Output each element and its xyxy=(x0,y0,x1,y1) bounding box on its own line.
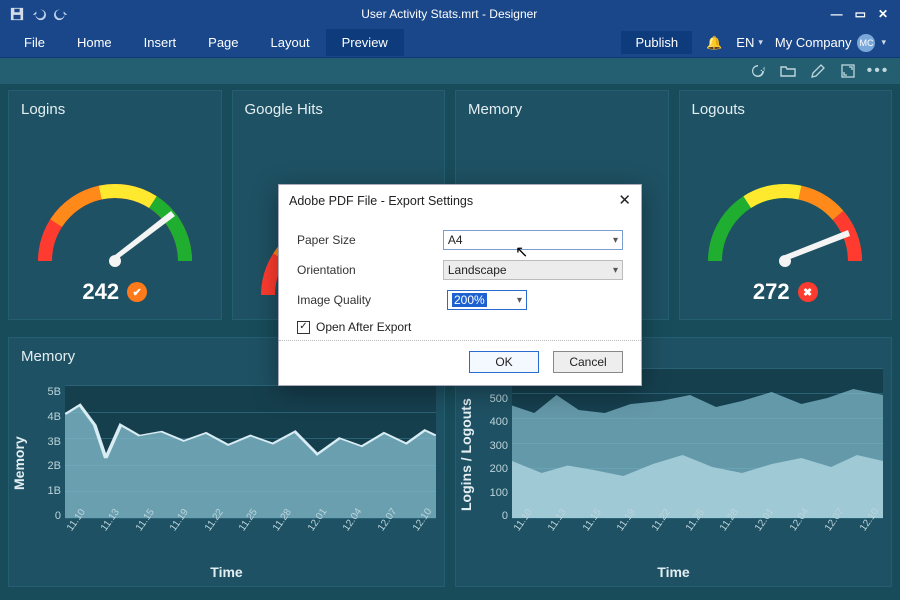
refresh-icon[interactable] xyxy=(750,63,766,79)
tab-home[interactable]: Home xyxy=(61,29,128,56)
x-axis-label: Time xyxy=(456,562,891,586)
tab-file[interactable]: File xyxy=(8,29,61,56)
save-icon[interactable] xyxy=(10,7,24,21)
y-ticks: 5B4B3B2B1B0 xyxy=(33,387,61,522)
tab-insert[interactable]: Insert xyxy=(128,29,193,56)
chevron-down-icon: ▾ xyxy=(613,265,618,276)
window-title: User Activity Stats.mrt - Designer xyxy=(68,7,831,21)
language-selector[interactable]: EN ▾ xyxy=(736,35,763,50)
dialog-title: Adobe PDF File - Export Settings xyxy=(289,194,473,208)
card-title: Logins xyxy=(9,91,221,118)
undo-icon[interactable] xyxy=(32,7,46,21)
gauge-chart xyxy=(695,161,875,271)
avatar: MC xyxy=(857,34,875,52)
chevron-down-icon: ▾ xyxy=(881,37,886,48)
chevron-down-icon: ▾ xyxy=(613,235,618,246)
edit-icon[interactable] xyxy=(810,63,826,79)
ok-button[interactable]: OK xyxy=(469,351,539,373)
x-ticks: 11.1011.1311.1511.1911.2211.2511.2812.01… xyxy=(65,527,436,538)
tab-preview[interactable]: Preview xyxy=(326,29,404,56)
gauge-value: 272 xyxy=(753,279,790,305)
x-ticks: 11.1011.1311.1511.1911.2211.2511.2812.01… xyxy=(512,527,883,538)
close-button[interactable]: ✕ xyxy=(878,7,888,21)
dialog-close-button[interactable]: ✕ xyxy=(618,193,631,208)
card-logouts: Logouts 272 xyxy=(679,90,893,320)
x-axis-label: Time xyxy=(9,562,444,586)
company-label: My Company xyxy=(775,35,852,50)
notifications-icon[interactable]: 🔔 xyxy=(706,35,722,51)
card-logins: Logins 242 xyxy=(8,90,222,320)
dashboard-canvas: Logins 242 Google Hits xyxy=(0,84,900,600)
menubar: File Home Insert Page Layout Preview Pub… xyxy=(0,28,900,58)
open-icon[interactable] xyxy=(780,63,796,79)
card-title: Google Hits xyxy=(233,91,445,118)
fullscreen-icon[interactable] xyxy=(840,63,856,79)
export-settings-dialog: Adobe PDF File - Export Settings ✕ Paper… xyxy=(278,184,642,386)
orientation-label: Orientation xyxy=(297,263,443,277)
paper-size-select[interactable]: A4 ▾ xyxy=(443,230,623,250)
cancel-button[interactable]: Cancel xyxy=(553,351,623,373)
more-icon[interactable]: ••• xyxy=(870,63,886,79)
card-title: Logouts xyxy=(680,91,892,118)
quick-access-toolbar xyxy=(0,7,68,21)
y-axis-label: Memory xyxy=(9,365,29,562)
open-after-export-label: Open After Export xyxy=(316,320,411,334)
ribbon-tabs: File Home Insert Page Layout Preview xyxy=(8,29,404,56)
tab-layout[interactable]: Layout xyxy=(255,29,326,56)
status-ok-icon xyxy=(127,282,147,302)
publish-button[interactable]: Publish xyxy=(621,31,692,54)
minimize-button[interactable]: — xyxy=(831,7,843,21)
redo-icon[interactable] xyxy=(54,7,68,21)
status-bad-icon xyxy=(798,282,818,302)
image-quality-select[interactable]: 200% ▾ xyxy=(447,290,527,310)
titlebar: User Activity Stats.mrt - Designer — ▭ ✕ xyxy=(0,0,900,28)
gauge-value: 242 xyxy=(82,279,119,305)
window-controls: — ▭ ✕ xyxy=(831,7,900,21)
language-label: EN xyxy=(736,35,754,50)
tab-page[interactable]: Page xyxy=(192,29,254,56)
gauge-chart xyxy=(25,161,205,271)
paper-size-label: Paper Size xyxy=(297,233,443,247)
plot-area xyxy=(512,368,883,518)
chevron-down-icon: ▾ xyxy=(517,295,522,306)
chevron-down-icon: ▾ xyxy=(758,37,763,48)
maximize-button[interactable]: ▭ xyxy=(855,7,866,21)
checkbox-checked-icon: ✓ xyxy=(297,321,310,334)
orientation-select[interactable]: Landscape ▾ xyxy=(443,260,623,280)
account-menu[interactable]: My Company MC ▾ xyxy=(775,34,886,52)
card-title: Memory xyxy=(456,91,668,118)
open-after-export-checkbox[interactable]: ✓ Open After Export xyxy=(297,320,623,334)
preview-toolbar: ••• xyxy=(0,58,900,84)
plot-area xyxy=(65,385,436,518)
y-ticks: 6005004003002001000 xyxy=(480,370,508,522)
image-quality-label: Image Quality xyxy=(297,293,447,307)
